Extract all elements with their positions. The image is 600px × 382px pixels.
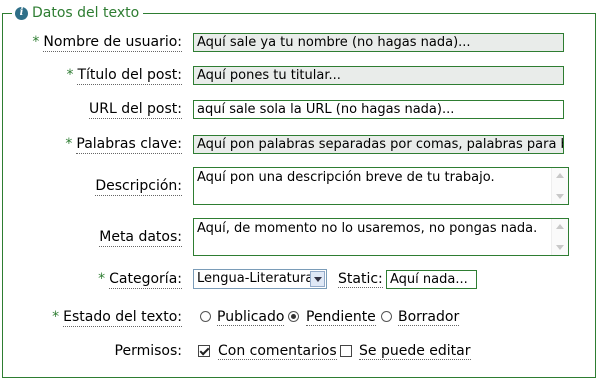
status-radio-pendiente[interactable] <box>288 311 299 322</box>
required-marker: * <box>66 67 74 83</box>
status-option-borrador[interactable]: Borrador <box>398 309 460 326</box>
username-label: * Nombre de usuario: <box>32 34 182 52</box>
static-field[interactable]: Aquí nada... <box>386 270 477 289</box>
status-option-publicado[interactable]: Publicado <box>217 309 285 326</box>
chevron-down-icon[interactable] <box>310 271 325 287</box>
meta-scrollbar[interactable] <box>551 219 568 255</box>
editable-option-label[interactable]: Se puede editar <box>359 343 471 360</box>
description-text: Aquí pon una descripción breve de tu tra… <box>197 170 495 185</box>
post-url-label: URL del post: <box>88 101 182 119</box>
meta-textarea[interactable]: Aquí, de momento no lo usaremos, no pong… <box>193 218 569 256</box>
required-marker: * <box>32 34 40 50</box>
status-label: * Estado del texto: <box>52 309 182 327</box>
comments-checkbox[interactable] <box>198 345 210 357</box>
required-marker: * <box>65 136 73 152</box>
permissions-label: Permisos: <box>114 343 182 359</box>
comments-option-label[interactable]: Con comentarios <box>218 343 337 360</box>
post-url-field[interactable]: aquí sale sola la URL (no hagas nada)... <box>193 100 564 119</box>
scroll-down-icon[interactable] <box>556 194 564 199</box>
scroll-up-icon[interactable] <box>556 224 564 229</box>
status-radio-borrador[interactable] <box>381 311 392 322</box>
legend-title: Datos del texto <box>32 5 140 21</box>
category-select[interactable]: Lengua-Literatura <box>193 269 327 289</box>
description-label: Descripción: <box>95 178 182 196</box>
meta-label: Meta datos: <box>99 229 182 247</box>
required-marker: * <box>52 309 60 325</box>
meta-text: Aquí, de momento no lo usaremos, no pong… <box>197 221 538 236</box>
keywords-field[interactable]: Aquí pon palabras separadas por comas, p… <box>193 135 564 154</box>
status-option-pendiente[interactable]: Pendiente <box>306 309 376 326</box>
static-label: Static: <box>338 271 383 288</box>
description-scrollbar[interactable] <box>551 168 568 204</box>
required-marker: * <box>98 271 106 287</box>
username-field[interactable]: Aquí sale ya tu nombre (no hagas nada)..… <box>193 33 564 52</box>
keywords-label: * Palabras clave: <box>65 136 182 154</box>
fieldset-legend: i Datos del texto <box>12 4 144 22</box>
post-title-field[interactable]: Aquí pones tu titular... <box>193 66 564 85</box>
category-label: * Categoría: <box>98 271 182 289</box>
scroll-down-icon[interactable] <box>556 245 564 250</box>
description-textarea[interactable]: Aquí pon una descripción breve de tu tra… <box>193 167 569 205</box>
post-title-label: * Título del post: <box>66 67 182 85</box>
info-icon: i <box>15 6 28 20</box>
scroll-up-icon[interactable] <box>556 173 564 178</box>
category-selected-value: Lengua-Literatura <box>197 271 314 286</box>
status-radio-publicado[interactable] <box>200 311 211 322</box>
editable-checkbox[interactable] <box>340 345 352 357</box>
